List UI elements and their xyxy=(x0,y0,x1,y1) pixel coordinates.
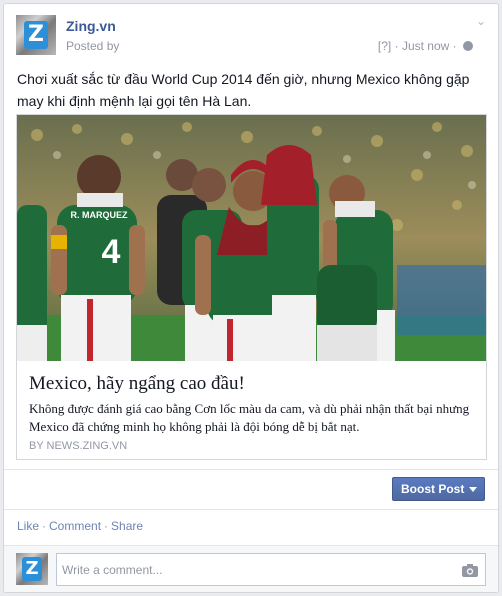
jersey-name: R. MARQUEZ xyxy=(71,210,128,220)
page-avatar[interactable]: Z xyxy=(16,15,56,55)
link-description: Không được đánh giá cao bằng Cơn lốc màu… xyxy=(29,401,470,434)
audience-tag[interactable]: [?] xyxy=(378,39,391,53)
boost-post-label: Boost Post xyxy=(401,482,465,496)
action-separator: · xyxy=(42,519,47,533)
post-header: Z Zing.vn Posted by [?] · Just now · ⌄ xyxy=(16,14,486,57)
divider-top xyxy=(4,469,498,470)
share-link[interactable]: Share xyxy=(111,519,143,533)
post-meta: [?] · Just now · xyxy=(378,39,473,53)
meta-separator: · xyxy=(394,39,399,53)
comment-link[interactable]: Comment xyxy=(49,519,101,533)
link-share-preview[interactable]: R. MARQUEZ 4 Mexico, hãy ngẩng cao đầu! … xyxy=(16,114,487,460)
dropdown-arrow-icon xyxy=(469,487,477,492)
meta-separator-2: · xyxy=(452,39,457,53)
posted-by-text: Posted by xyxy=(66,39,120,53)
like-link[interactable]: Like xyxy=(17,519,39,533)
chevron-down-icon[interactable]: ⌄ xyxy=(476,14,486,28)
zing-logo-small: Z xyxy=(22,557,42,581)
page-name-link[interactable]: Zing.vn xyxy=(66,18,116,34)
comment-area: Z Write a comment... xyxy=(4,545,498,592)
globe-icon[interactable] xyxy=(463,41,473,51)
divider-bottom xyxy=(4,509,498,510)
camera-icon[interactable] xyxy=(462,564,478,577)
post-actions: Like · Comment · Share xyxy=(17,519,143,533)
link-source: BY NEWS.ZING.VN xyxy=(29,440,128,452)
post-card: Z Zing.vn Posted by [?] · Just now · ⌄ C… xyxy=(3,3,499,593)
boost-post-button[interactable]: Boost Post xyxy=(392,477,485,501)
comment-input[interactable]: Write a comment... xyxy=(56,553,486,586)
action-separator-2: · xyxy=(104,519,109,533)
timestamp[interactable]: Just now xyxy=(402,39,449,53)
zing-logo: Z xyxy=(24,21,48,49)
link-photo[interactable]: R. MARQUEZ 4 xyxy=(17,115,486,361)
jersey-number: 4 xyxy=(102,233,121,271)
link-title[interactable]: Mexico, hãy ngẩng cao đầu! xyxy=(29,373,474,395)
post-message: Chơi xuất sắc từ đầu World Cup 2014 đến … xyxy=(17,71,470,109)
commenter-avatar: Z xyxy=(16,553,48,585)
